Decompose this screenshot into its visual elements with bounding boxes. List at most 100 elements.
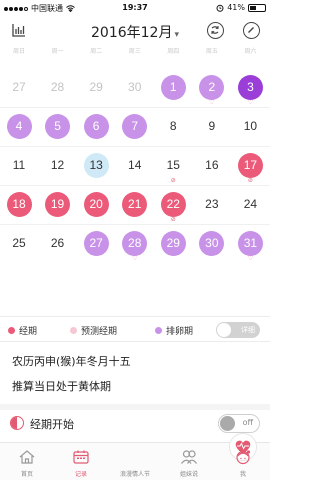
period-start-label: 经期开始	[30, 418, 74, 431]
tab-me[interactable]: 我	[216, 443, 270, 480]
no-intercourse-icon: ⊘	[247, 177, 253, 184]
calendar-day[interactable]: 30	[193, 225, 231, 261]
calendar-day[interactable]: 17 ⊘	[231, 147, 269, 184]
calendar-day[interactable]: 26	[39, 225, 77, 261]
day-number: 30	[128, 80, 142, 94]
calendar-day[interactable]: 18	[0, 186, 38, 222]
day-number: 19	[45, 191, 71, 217]
calendar-day[interactable]: 2 ♡	[193, 69, 231, 106]
no-intercourse-icon: ⊘	[170, 177, 176, 184]
day-number: 9	[208, 119, 216, 133]
month-selector[interactable]: 2016年12月 ▾	[0, 22, 270, 42]
home-icon	[19, 450, 35, 464]
day-number: 29	[89, 80, 103, 94]
heart-icon: ♡	[247, 99, 254, 106]
calendar-day[interactable]: 10	[231, 108, 269, 144]
calendar-day[interactable]: 28	[39, 69, 77, 105]
calendar-day[interactable]: 3 ♡	[231, 69, 269, 106]
legend-ovulation: 排卵期	[155, 324, 193, 337]
calendar-day[interactable]: 8	[154, 108, 192, 144]
month-title: 2016年12月	[91, 25, 173, 41]
weekday-label: 周六	[244, 48, 257, 55]
calendar-icon	[73, 450, 89, 464]
calendar-day[interactable]: 14	[116, 147, 154, 183]
day-number: 28	[50, 80, 65, 94]
day-number: 27	[83, 230, 109, 256]
chevron-down-icon: ▾	[174, 30, 179, 40]
weekday-label: 周一	[51, 48, 64, 55]
weekday-header: 周日 周一 周二 周三 周四 周五 周六	[0, 46, 270, 56]
legend-ovulation-label: 排卵期	[166, 327, 194, 337]
day-number: 18	[6, 191, 32, 217]
calendar-day[interactable]: 27	[77, 225, 115, 261]
calendar-day[interactable]: 22 ⊘	[154, 186, 192, 223]
tab-home[interactable]: 首页	[0, 443, 54, 480]
calendar-day[interactable]: 21	[116, 186, 154, 222]
weekday-label: 周四	[167, 48, 180, 55]
weekday-label: 周二	[90, 48, 103, 55]
calendar-day[interactable]: 23	[193, 186, 231, 222]
calendar-day[interactable]: 13	[77, 147, 115, 183]
period-start-toggle[interactable]: off	[218, 414, 260, 433]
calendar-day[interactable]: 29	[154, 225, 192, 261]
calendar-day[interactable]: 6	[77, 108, 115, 144]
toggle-state-label: off	[242, 418, 253, 427]
day-number: 14	[128, 158, 142, 172]
calendar-day[interactable]: 29	[77, 69, 115, 105]
heart-icon: ♡	[132, 255, 138, 262]
calendar-day[interactable]: 11	[0, 147, 38, 183]
day-number: 3	[237, 74, 263, 100]
day-number: 5	[45, 113, 71, 139]
legend: 经期 预测经期 排卵期 详细	[0, 316, 270, 342]
tab-record[interactable]: 记录	[54, 443, 108, 480]
calendar-grid: 27 28 29 30 1 2 ♡ 3 ♡ 4 5 6 7 8 9 10 11 12 13 14 15 ⊘ 16 17 ⊘ 18 1…	[0, 56, 270, 316]
calendar-day[interactable]: 4	[0, 108, 38, 144]
calendar-day[interactable]: 15 ⊘	[154, 147, 192, 184]
tab-sisters[interactable]: 姐妹说	[162, 443, 216, 480]
calendar-day[interactable]: 31 ♡	[231, 225, 269, 262]
legend-period: 经期	[8, 324, 37, 337]
calendar-day[interactable]: 25	[0, 225, 38, 261]
day-number: 27	[12, 80, 26, 94]
day-number: 6	[83, 113, 109, 139]
day-number: 30	[199, 230, 225, 256]
calendar-day[interactable]: 16	[193, 147, 231, 183]
day-info: 农历丙申(猴)年冬月十五 推算当日处于黄体期	[0, 342, 270, 406]
heart-icon: ♡	[209, 99, 215, 106]
period-icon	[10, 416, 24, 430]
calendar-day[interactable]: 19	[39, 186, 77, 222]
day-number: 31	[237, 230, 263, 256]
day-number: 24	[243, 197, 258, 211]
sync-button[interactable]	[207, 22, 224, 39]
day-number: 12	[50, 158, 65, 172]
weekday-label: 周五	[205, 48, 218, 55]
heart-icon: ♡	[247, 255, 254, 262]
calendar-day[interactable]: 12	[39, 147, 77, 183]
tab-valentine[interactable]: 浪漫情人节	[108, 433, 257, 480]
calendar-day[interactable]: 1	[154, 69, 192, 105]
day-number: 11	[12, 158, 26, 172]
calendar-day[interactable]: 20	[77, 186, 115, 222]
calendar-day[interactable]: 9	[193, 108, 231, 144]
tab-sisters-label: 姐妹说	[179, 471, 198, 478]
calendar-day[interactable]: 5	[39, 108, 77, 144]
calendar-day[interactable]: 7	[116, 108, 154, 144]
battery-percent: 41%	[227, 3, 245, 12]
toggle-knob	[217, 323, 231, 337]
day-number: 20	[83, 191, 109, 217]
alarm-icon	[216, 4, 224, 12]
pencil-icon	[248, 27, 254, 33]
day-number: 22	[160, 191, 186, 217]
calendar-day[interactable]: 30	[116, 69, 154, 105]
header: 2016年12月 ▾	[0, 16, 270, 46]
toggle-knob	[220, 416, 235, 431]
day-number: 17	[237, 152, 263, 178]
calendar-day[interactable]: 28 ♡	[116, 225, 154, 262]
day-number: 4	[6, 113, 32, 139]
day-number: 16	[205, 158, 219, 172]
detail-toggle[interactable]: 详细	[216, 322, 260, 338]
predicted-dot	[70, 327, 77, 334]
edit-button[interactable]	[243, 22, 260, 39]
calendar-day[interactable]: 24	[231, 186, 269, 222]
calendar-day[interactable]: 27	[0, 69, 38, 105]
